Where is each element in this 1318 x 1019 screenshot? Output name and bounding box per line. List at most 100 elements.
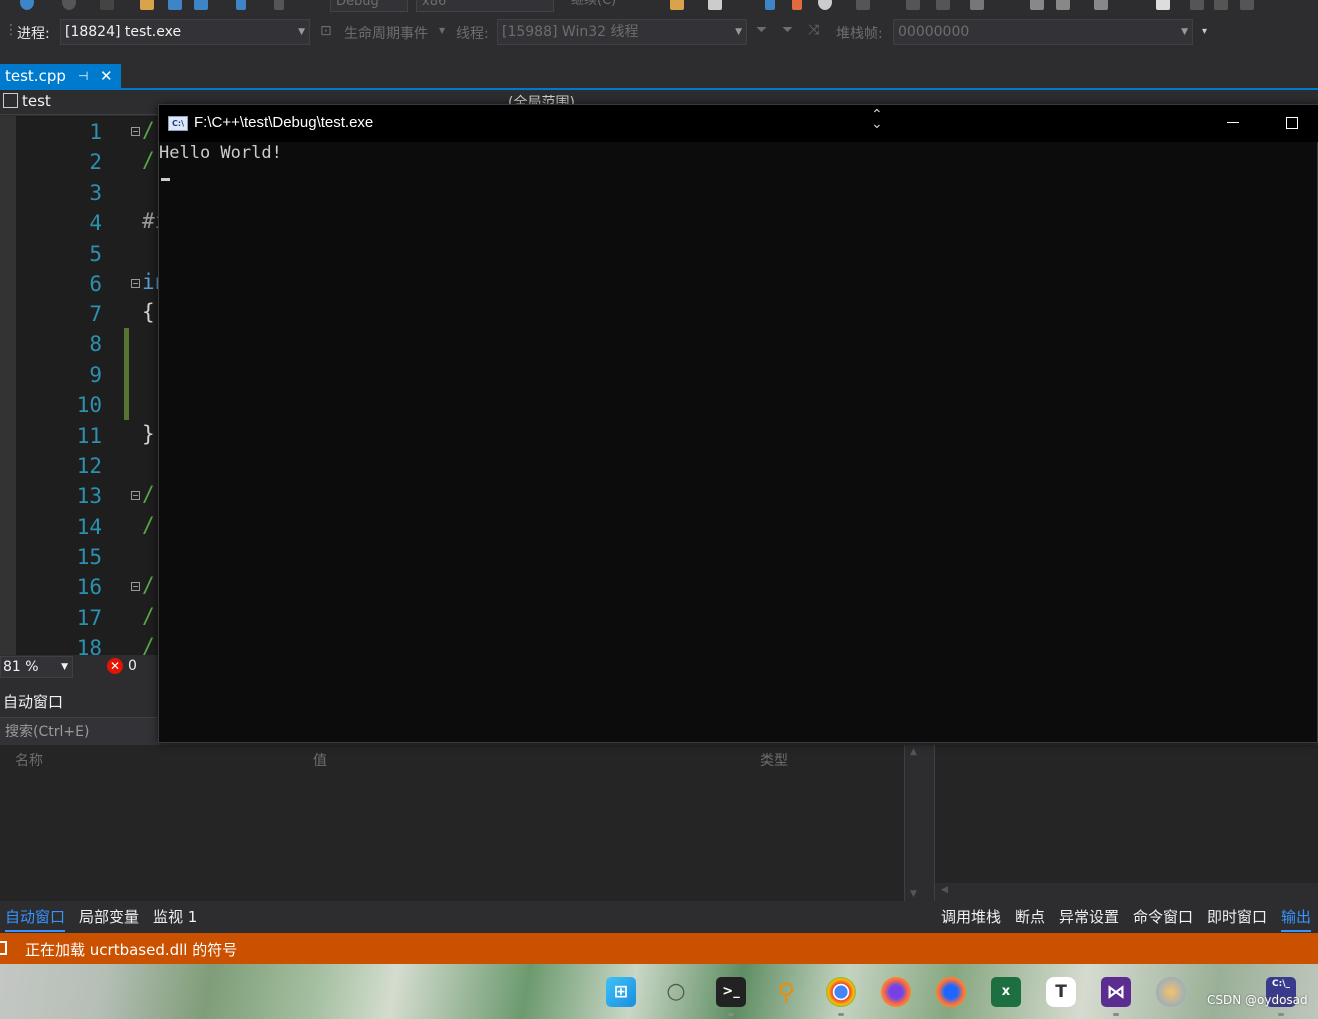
- camera-icon[interactable]: [708, 0, 722, 10]
- tool-window-tabs: 自动窗口 局部变量 监视 1 调用堆栈 断点 异常设置 命令窗口 即时窗口 输出: [0, 902, 1318, 932]
- save-all-icon[interactable]: [194, 0, 208, 10]
- project-name: test: [22, 92, 51, 110]
- collapse-icon[interactable]: −: [131, 279, 140, 288]
- line-number: 12: [76, 454, 102, 478]
- break-all-icon[interactable]: [765, 0, 775, 10]
- tab-immediate-window[interactable]: 即时窗口: [1207, 906, 1267, 927]
- line-number: 17: [76, 606, 102, 630]
- excel-icon[interactable]: x: [991, 977, 1021, 1007]
- filter-toggle-icon[interactable]: ⏷: [782, 22, 793, 38]
- line-number: 2: [89, 150, 102, 174]
- tab-autos[interactable]: 自动窗口: [5, 906, 66, 932]
- step-over-icon[interactable]: [856, 0, 870, 10]
- step-into-icon[interactable]: [906, 0, 920, 10]
- console-title: F:\C++\test\Debug\test.exe: [194, 114, 374, 131]
- typora-icon[interactable]: T: [1046, 977, 1076, 1007]
- code-line: /: [142, 604, 155, 628]
- console-output[interactable]: Hello World!: [159, 143, 282, 163]
- visual-studio-icon[interactable]: ⋈: [1101, 977, 1131, 1007]
- scroll-down-icon[interactable]: ▼: [910, 889, 917, 899]
- firefox-icon[interactable]: [881, 977, 911, 1007]
- error-icon[interactable]: ✕: [107, 658, 123, 674]
- bookmark-prev-icon[interactable]: [1190, 0, 1204, 10]
- outdent-icon[interactable]: [1094, 0, 1108, 10]
- running-indicator: [1113, 1013, 1119, 1016]
- running-indicator: [838, 1013, 844, 1016]
- tab-watch-1[interactable]: 监视 1: [153, 906, 197, 927]
- collapse-icon[interactable]: −: [131, 491, 140, 500]
- tab-breakpoints[interactable]: 断点: [1015, 906, 1045, 927]
- tab-output[interactable]: 输出: [1281, 906, 1312, 932]
- column-header-value[interactable]: 值: [313, 750, 327, 770]
- comment-icon[interactable]: [1030, 0, 1044, 10]
- chevron-down-icon: ▼: [735, 27, 742, 37]
- paint-icon[interactable]: [1156, 977, 1186, 1007]
- maximize-button[interactable]: [1286, 117, 1298, 129]
- scroll-up-icon[interactable]: ▲: [910, 747, 917, 757]
- magnifier-app-icon[interactable]: ⚲: [771, 977, 801, 1007]
- tab-locals[interactable]: 局部变量: [79, 906, 139, 927]
- code-line: /: [142, 118, 155, 142]
- windows-start-icon[interactable]: ⊞: [606, 977, 636, 1007]
- line-number: 10: [76, 393, 102, 417]
- tab-test-cpp[interactable]: test.cpp ⊣ ✕: [0, 64, 121, 88]
- code-editor[interactable]: 1 2 3 4 5 6 7 8 9 10 11 12 13 14 15 16 1…: [0, 116, 158, 655]
- indent-icon[interactable]: [1056, 0, 1070, 10]
- forward-icon[interactable]: [62, 0, 76, 10]
- bookmark-clear-icon[interactable]: [1240, 0, 1254, 10]
- minimize-button[interactable]: [1227, 122, 1239, 123]
- watermark-text: CSDN @oydosad: [1207, 993, 1308, 1007]
- vertical-scrollbar[interactable]: ▲ ▼: [904, 745, 924, 901]
- firefox-dev-icon[interactable]: [936, 977, 966, 1007]
- horizontal-scrollbar[interactable]: ◀: [935, 883, 1318, 901]
- back-icon[interactable]: [20, 0, 34, 10]
- console-cursor: [161, 178, 170, 181]
- flag-threads-icon[interactable]: ⤨: [808, 22, 819, 38]
- autos-grid[interactable]: 名称 值 类型: [0, 745, 904, 901]
- indicator-margin[interactable]: [0, 116, 16, 655]
- autos-search-input[interactable]: 搜索(Ctrl+E): [0, 717, 160, 745]
- zoom-dropdown[interactable]: 81 % ▼: [0, 656, 73, 678]
- bookmark-icon[interactable]: [1156, 0, 1170, 10]
- output-pane[interactable]: ◀: [934, 745, 1318, 901]
- toolbar-overflow-icon[interactable]: ▾: [1202, 26, 1207, 37]
- collapse-icon[interactable]: −: [131, 127, 140, 136]
- bookmark-next-icon[interactable]: [1214, 0, 1228, 10]
- lifecycle-events-button[interactable]: 生命周期事件: [344, 23, 428, 43]
- new-file-icon[interactable]: [100, 0, 114, 10]
- solution-config-dropdown[interactable]: Debug: [330, 0, 408, 12]
- filter-icon[interactable]: ⏷: [756, 22, 767, 38]
- line-number: 13: [76, 484, 102, 508]
- console-window[interactable]: C:\ F:\C++\test\Debug\test.exe ⌃ ⌄ Hello …: [158, 104, 1318, 743]
- pin-icon[interactable]: ⊣: [78, 64, 88, 88]
- process-dropdown[interactable]: [18824] test.exe ▼: [60, 19, 310, 45]
- solution-platform-dropdown[interactable]: x86: [416, 0, 554, 12]
- tab-exception-settings[interactable]: 异常设置: [1059, 906, 1119, 927]
- line-number: 9: [89, 363, 102, 387]
- performance-icon[interactable]: [970, 0, 984, 10]
- undo-icon[interactable]: [236, 0, 246, 10]
- column-header-type[interactable]: 类型: [760, 750, 788, 770]
- column-header-name[interactable]: 名称: [15, 750, 43, 770]
- terminal-icon[interactable]: >_: [716, 977, 746, 1007]
- search-icon[interactable]: ○: [661, 977, 691, 1007]
- error-count[interactable]: 0: [128, 658, 137, 674]
- chrome-icon[interactable]: [826, 977, 856, 1007]
- save-icon[interactable]: [168, 0, 182, 10]
- open-folder-icon[interactable]: [140, 0, 154, 10]
- stop-debugging-icon[interactable]: [792, 0, 802, 10]
- find-icon[interactable]: [670, 0, 684, 10]
- tab-call-stack[interactable]: 调用堆栈: [941, 906, 1001, 927]
- restart-icon[interactable]: [818, 0, 832, 10]
- step-out-icon[interactable]: [936, 0, 950, 10]
- scroll-left-icon[interactable]: ◀: [941, 885, 948, 895]
- close-icon[interactable]: ✕: [100, 64, 113, 88]
- lifecycle-events-icon[interactable]: ⊡: [320, 23, 332, 39]
- tab-command-window[interactable]: 命令窗口: [1133, 906, 1193, 927]
- continue-button[interactable]: 继续(C): [566, 0, 656, 12]
- stackframe-dropdown[interactable]: 00000000 ▼: [893, 19, 1193, 45]
- collapse-icon[interactable]: −: [131, 582, 140, 591]
- console-title-bar[interactable]: C:\ F:\C++\test\Debug\test.exe ⌃ ⌄: [159, 105, 1318, 142]
- thread-dropdown[interactable]: [15988] Win32 线程 ▼: [497, 19, 747, 45]
- redo-icon[interactable]: [274, 0, 284, 10]
